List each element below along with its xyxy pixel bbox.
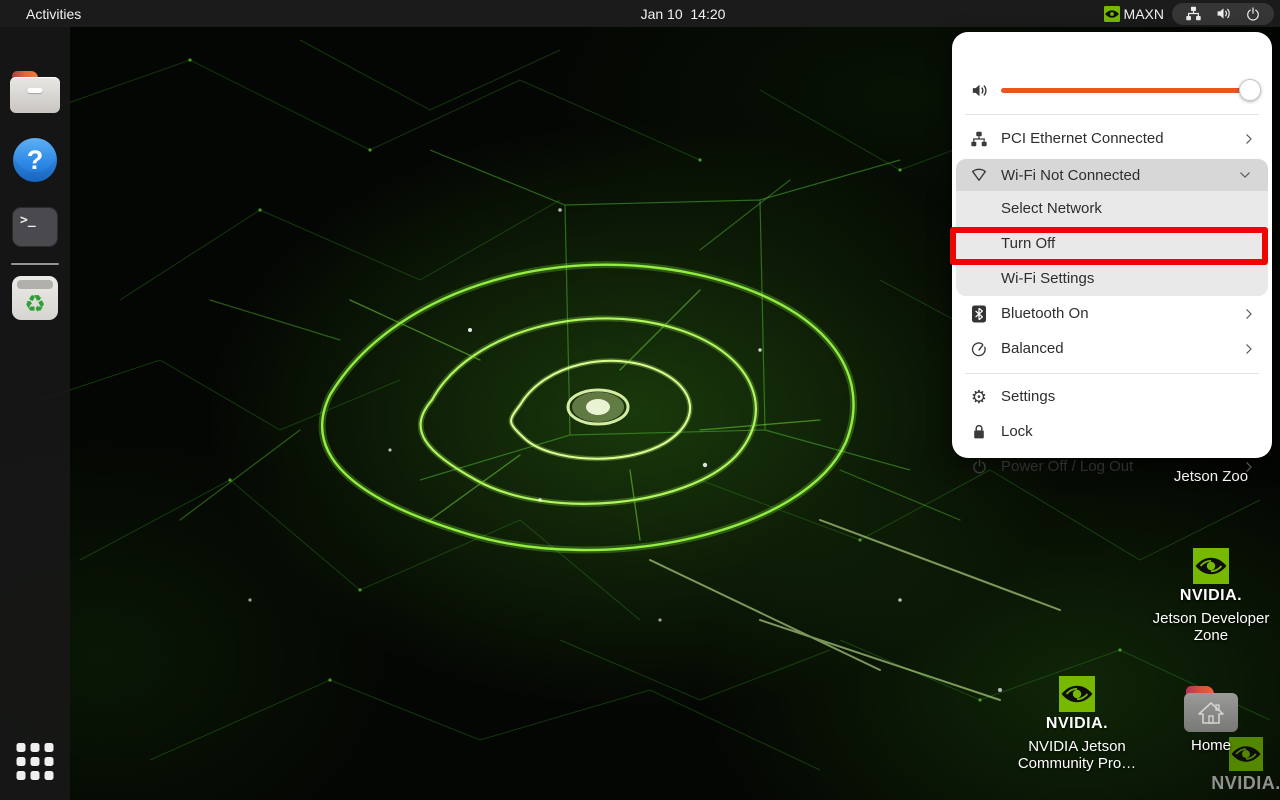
power-mode-indicator: MAXN <box>1104 6 1164 22</box>
gear-icon: ⚙ <box>969 388 989 406</box>
volume-slider[interactable] <box>1001 88 1259 93</box>
house-icon <box>1196 700 1226 726</box>
menu-item-turn-off[interactable]: Turn Off <box>956 226 1268 261</box>
ethernet-icon <box>1185 5 1202 22</box>
gauge-icon <box>970 340 988 358</box>
menu-item-power-off[interactable]: Power Off / Log Out <box>952 449 1272 484</box>
menu-item-lock[interactable]: Lock <box>952 414 1272 449</box>
menu-item-settings[interactable]: ⚙ Settings <box>952 379 1272 414</box>
chevron-right-icon <box>1242 460 1256 474</box>
menu-divider <box>965 114 1259 115</box>
power-icon <box>1245 6 1261 22</box>
menu-item-label: Bluetooth On <box>1001 305 1242 322</box>
nvidia-wordmark: NVIDIA. <box>1180 587 1242 605</box>
desktop-icon-label: Home <box>1191 737 1231 754</box>
nvidia-logo-icon <box>1193 548 1229 584</box>
dock-divider <box>11 263 59 265</box>
nvidia-logo-icon <box>1104 6 1120 22</box>
show-applications-button[interactable] <box>17 743 54 780</box>
dock-item-terminal[interactable]: >_ <box>12 207 58 247</box>
volume-row <box>952 74 1272 106</box>
wifi-submenu: Select Network Turn Off Wi-Fi Settings <box>956 191 1268 296</box>
power-icon <box>971 458 988 475</box>
menu-item-wifi-settings[interactable]: Wi-Fi Settings <box>956 261 1268 296</box>
bluetooth-icon <box>971 305 987 323</box>
menu-item-power-profile[interactable]: Balanced <box>952 331 1272 366</box>
desktop-icon-label: NVIDIA Jetson Community Pro… <box>1002 738 1152 772</box>
dock-item-trash[interactable]: ♻ <box>12 276 58 320</box>
chevron-down-icon <box>1238 168 1252 182</box>
menu-item-label: Power Off / Log Out <box>1001 458 1242 475</box>
menu-item-bluetooth[interactable]: Bluetooth On <box>952 296 1272 331</box>
desktop-icon-nvidia-jetson-community[interactable]: NVIDIA. NVIDIA Jetson Community Pro… <box>1002 676 1152 772</box>
menu-item-label: PCI Ethernet Connected <box>1001 130 1242 147</box>
menu-item-wifi[interactable]: Wi-Fi Not Connected <box>956 159 1268 191</box>
system-tray[interactable] <box>1172 3 1274 25</box>
dock: ? >_ ♻ <box>0 27 70 800</box>
chevron-right-icon <box>1242 132 1256 146</box>
activities-button[interactable]: Activities <box>18 4 89 24</box>
desktop-icon-label: Jetson Developer Zone <box>1140 610 1280 644</box>
nvidia-wordmark: NVIDIA. <box>1046 715 1108 733</box>
top-bar-right: MAXN <box>1104 0 1280 27</box>
recycle-icon: ♻ <box>12 276 58 320</box>
menu-item-select-network[interactable]: Select Network <box>956 191 1268 226</box>
top-bar: Activities Jan 10 14:20 MAXN <box>0 0 1280 27</box>
menu-item-ethernet[interactable]: PCI Ethernet Connected <box>952 121 1272 156</box>
menu-item-label: Lock <box>1001 423 1272 440</box>
desktop-screen: NVIDIA. Jetson Zoo NVIDIA. Jetson Develo… <box>0 0 1280 800</box>
ethernet-icon <box>970 130 988 148</box>
menu-item-label: Wi-Fi Not Connected <box>1001 167 1238 184</box>
chevron-right-icon <box>1242 307 1256 321</box>
speaker-icon <box>1215 5 1232 22</box>
clock[interactable]: Jan 10 14:20 <box>641 0 726 27</box>
terminal-prompt-icon: >_ <box>12 207 58 247</box>
desktop-icon-jetson-developer-zone[interactable]: NVIDIA. Jetson Developer Zone <box>1140 548 1280 644</box>
menu-divider <box>965 373 1259 374</box>
chevron-right-icon <box>1242 342 1256 356</box>
desktop-icon-home[interactable]: Home <box>1178 686 1244 754</box>
nvidia-wordmark: NVIDIA. <box>1211 773 1280 794</box>
power-mode-label: MAXN <box>1124 6 1164 22</box>
nvidia-logo-icon <box>1059 676 1095 712</box>
menu-item-label: Settings <box>1001 388 1272 405</box>
lock-icon <box>971 423 987 441</box>
folder-icon <box>10 71 60 113</box>
volume-slider-knob[interactable] <box>1239 79 1261 101</box>
system-menu: PCI Ethernet Connected Wi-Fi Not Connect… <box>952 32 1272 458</box>
dock-item-files[interactable] <box>10 71 60 113</box>
home-folder-icon <box>1184 686 1238 732</box>
menu-item-label: Balanced <box>1001 340 1242 357</box>
question-mark-icon: ? <box>13 138 57 182</box>
wifi-icon <box>970 166 988 184</box>
dock-item-help[interactable]: ? <box>13 138 57 182</box>
speaker-icon <box>970 81 989 100</box>
